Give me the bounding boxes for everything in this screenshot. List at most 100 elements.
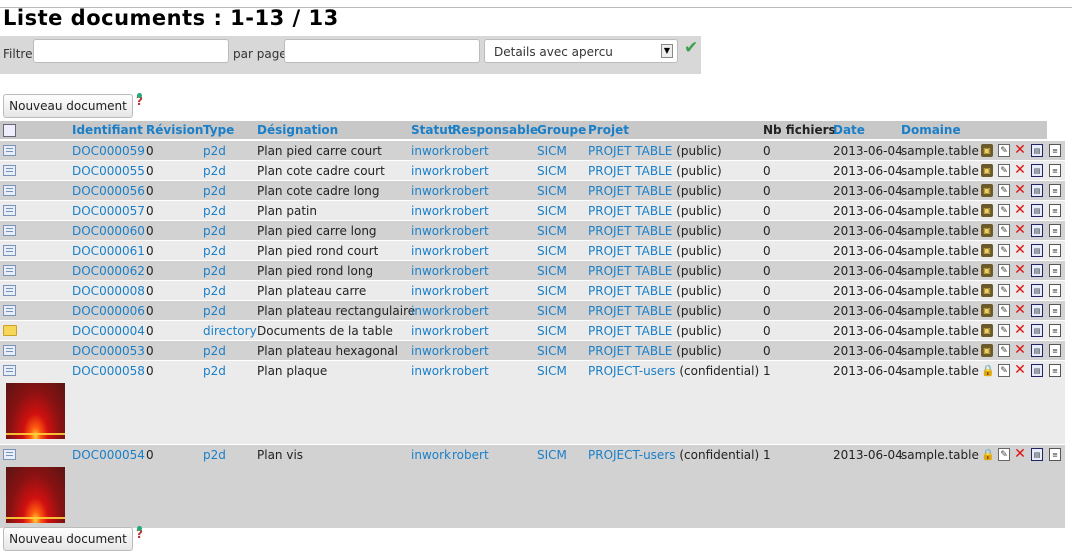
type-link[interactable]: p2d	[203, 448, 226, 462]
delete-icon[interactable]: ✕	[1014, 323, 1026, 337]
status-link[interactable]: inwork	[411, 304, 451, 318]
delete-icon[interactable]: ✕	[1014, 263, 1026, 277]
copy-icon[interactable]: ▤	[1031, 324, 1043, 337]
delete-icon[interactable]: ✕	[1014, 363, 1026, 377]
group-link[interactable]: SICM	[537, 244, 567, 258]
owner-link[interactable]: robert	[452, 224, 489, 238]
group-link[interactable]: SICM	[537, 448, 567, 462]
document-id-link[interactable]: DOC000062	[72, 264, 145, 278]
col-projet[interactable]: Projet	[588, 123, 629, 137]
owner-link[interactable]: robert	[452, 284, 489, 298]
status-link[interactable]: inwork	[411, 244, 451, 258]
group-link[interactable]: SICM	[537, 304, 567, 318]
project-link[interactable]: PROJET TABLE	[588, 304, 672, 318]
project-link[interactable]: PROJET TABLE	[588, 144, 672, 158]
type-link[interactable]: p2d	[203, 304, 226, 318]
clipboard-icon[interactable]: ≡	[1049, 284, 1061, 297]
group-link[interactable]: SICM	[537, 324, 567, 338]
status-link[interactable]: inwork	[411, 204, 451, 218]
template-icon[interactable]: ▣	[981, 204, 993, 217]
group-link[interactable]: SICM	[537, 284, 567, 298]
group-link[interactable]: SICM	[537, 264, 567, 278]
group-link[interactable]: SICM	[537, 164, 567, 178]
select-all-icon[interactable]	[3, 124, 16, 137]
project-link[interactable]: PROJET TABLE	[588, 224, 672, 238]
project-link[interactable]: PROJECT-users	[588, 448, 676, 462]
clipboard-icon[interactable]: ≡	[1049, 144, 1061, 157]
document-id-link[interactable]: DOC000053	[72, 344, 145, 358]
copy-icon[interactable]: ▤	[1031, 364, 1043, 377]
edit-icon[interactable]: ✎	[998, 284, 1010, 297]
delete-icon[interactable]: ✕	[1014, 303, 1026, 317]
owner-link[interactable]: robert	[452, 184, 489, 198]
delete-icon[interactable]: ✕	[1014, 183, 1026, 197]
col-designation[interactable]: Désignation	[257, 123, 338, 137]
clipboard-icon[interactable]: ≡	[1049, 244, 1061, 257]
edit-icon[interactable]: ✎	[998, 324, 1010, 337]
project-link[interactable]: PROJET TABLE	[588, 264, 672, 278]
project-link[interactable]: PROJECT-users	[588, 364, 676, 378]
owner-link[interactable]: robert	[452, 244, 489, 258]
status-link[interactable]: inwork	[411, 448, 451, 462]
copy-icon[interactable]: ▤	[1031, 448, 1043, 461]
document-icon[interactable]	[3, 345, 16, 356]
status-link[interactable]: inwork	[411, 224, 451, 238]
edit-icon[interactable]: ✎	[998, 344, 1010, 357]
delete-icon[interactable]: ✕	[1014, 223, 1026, 237]
col-revision[interactable]: Révision	[146, 123, 203, 137]
edit-icon[interactable]: ✎	[998, 184, 1010, 197]
status-link[interactable]: inwork	[411, 324, 451, 338]
edit-icon[interactable]: ✎	[998, 264, 1010, 277]
group-link[interactable]: SICM	[537, 204, 567, 218]
copy-icon[interactable]: ▤	[1031, 244, 1043, 257]
document-id-link[interactable]: DOC000054	[72, 448, 145, 462]
copy-icon[interactable]: ▤	[1031, 164, 1043, 177]
col-domaine[interactable]: Domaine	[901, 123, 961, 137]
copy-icon[interactable]: ▤	[1031, 284, 1043, 297]
edit-icon[interactable]: ✎	[998, 224, 1010, 237]
type-link[interactable]: p2d	[203, 164, 226, 178]
group-link[interactable]: SICM	[537, 344, 567, 358]
owner-link[interactable]: robert	[452, 164, 489, 178]
clipboard-icon[interactable]: ≡	[1049, 264, 1061, 277]
new-document-button-bottom[interactable]: Nouveau document	[3, 527, 133, 551]
type-link[interactable]: p2d	[203, 284, 226, 298]
copy-icon[interactable]: ▤	[1031, 224, 1043, 237]
owner-link[interactable]: robert	[452, 204, 489, 218]
filter-input[interactable]	[33, 39, 229, 63]
col-responsable[interactable]: Responsable	[452, 123, 538, 137]
project-link[interactable]: PROJET TABLE	[588, 324, 672, 338]
view-mode-select[interactable]: Details avec apercu ▼	[484, 39, 678, 63]
group-link[interactable]: SICM	[537, 144, 567, 158]
status-link[interactable]: inwork	[411, 184, 451, 198]
help-icon[interactable]: ?	[136, 93, 143, 108]
clipboard-icon[interactable]: ≡	[1049, 344, 1061, 357]
status-link[interactable]: inwork	[411, 284, 451, 298]
owner-link[interactable]: robert	[452, 304, 489, 318]
col-statut[interactable]: Statut	[411, 123, 454, 137]
edit-icon[interactable]: ✎	[998, 144, 1010, 157]
document-id-link[interactable]: DOC000055	[72, 164, 145, 178]
document-icon[interactable]	[3, 245, 16, 256]
delete-icon[interactable]: ✕	[1014, 447, 1026, 461]
project-link[interactable]: PROJET TABLE	[588, 184, 672, 198]
template-icon[interactable]: ▣	[981, 164, 993, 177]
template-icon[interactable]: ▣	[981, 324, 993, 337]
delete-icon[interactable]: ✕	[1014, 203, 1026, 217]
per-page-input[interactable]	[284, 39, 480, 63]
clipboard-icon[interactable]: ≡	[1049, 304, 1061, 317]
lock-icon[interactable]: 🔒	[981, 364, 995, 377]
template-icon[interactable]: ▣	[981, 244, 993, 257]
delete-icon[interactable]: ✕	[1014, 243, 1026, 257]
document-id-link[interactable]: DOC000006	[72, 304, 145, 318]
template-icon[interactable]: ▣	[981, 264, 993, 277]
delete-icon[interactable]: ✕	[1014, 283, 1026, 297]
copy-icon[interactable]: ▤	[1031, 304, 1043, 317]
check-icon[interactable]: ✔	[684, 38, 698, 58]
project-link[interactable]: PROJET TABLE	[588, 164, 672, 178]
document-id-link[interactable]: DOC000058	[72, 364, 145, 378]
status-link[interactable]: inwork	[411, 364, 451, 378]
document-icon[interactable]	[3, 365, 16, 376]
clipboard-icon[interactable]: ≡	[1049, 364, 1061, 377]
document-icon[interactable]	[3, 449, 16, 460]
